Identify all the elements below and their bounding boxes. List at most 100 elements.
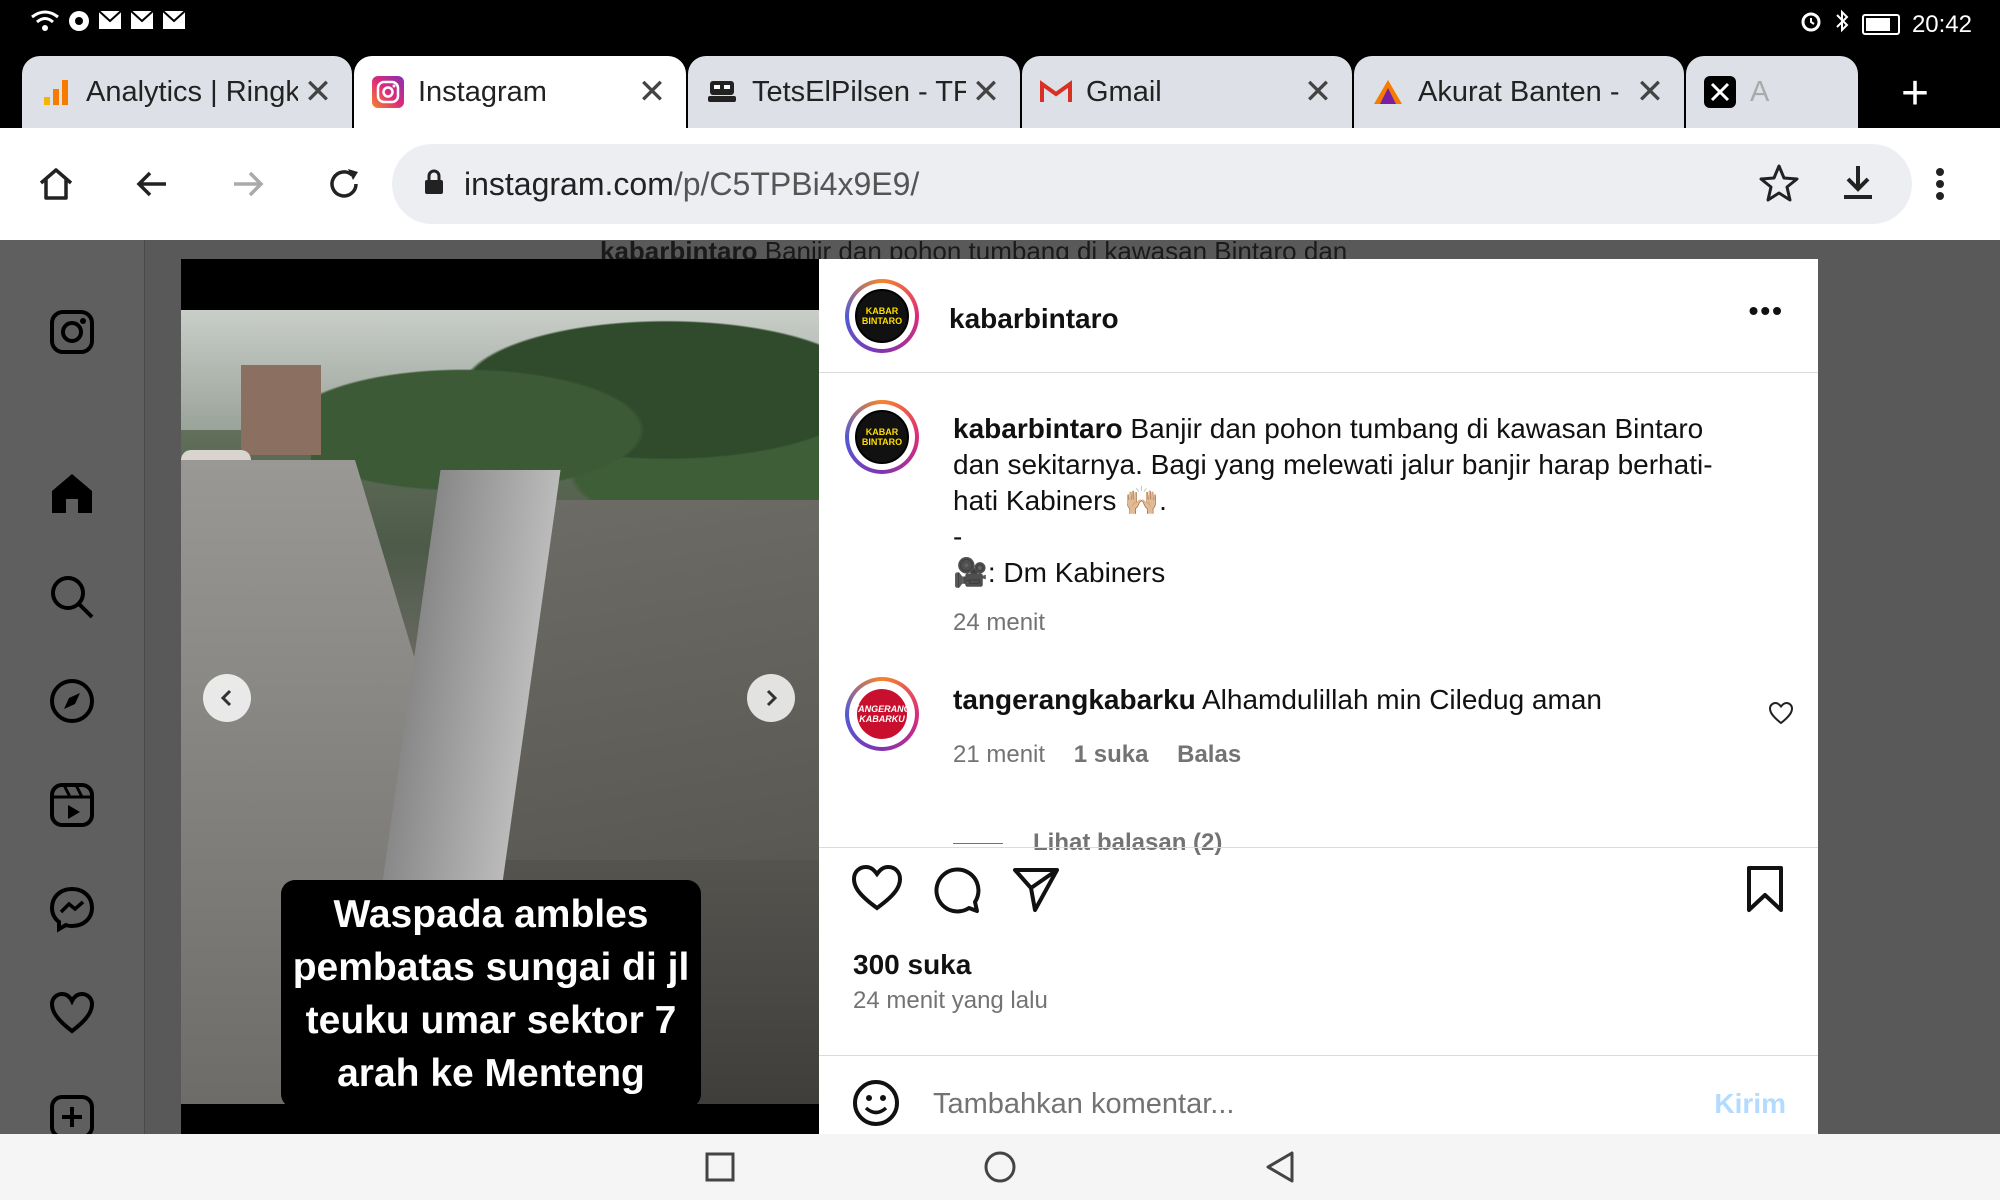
- search-icon[interactable]: [44, 569, 100, 625]
- send-icon: [1013, 868, 1059, 912]
- vpn-icon: [68, 10, 90, 38]
- tetselpilsen-icon: [706, 76, 738, 108]
- post-photo: Waspada ambles pembatas sungai di jl teu…: [181, 310, 819, 1104]
- status-bar: 20:42: [0, 0, 2000, 46]
- tab-instagram[interactable]: Instagram ✕: [354, 56, 686, 128]
- post-media[interactable]: Waspada ambles pembatas sungai di jl teu…: [181, 259, 819, 1134]
- reels-icon[interactable]: [44, 777, 100, 833]
- home-icon: [39, 168, 73, 200]
- divider-line: [953, 842, 1003, 844]
- more-vert-icon: [1936, 168, 1944, 200]
- prev-media-button[interactable]: [203, 674, 251, 722]
- close-tab-icon[interactable]: ✕: [632, 72, 672, 112]
- media-overlay-text: Waspada ambles pembatas sungai di jl teu…: [281, 880, 701, 1104]
- triangle-back-icon: [1266, 1151, 1294, 1183]
- tab-analytics[interactable]: Analytics | Ringk ✕: [22, 56, 352, 128]
- tab-gmail[interactable]: Gmail ✕: [1022, 56, 1352, 128]
- alarm-icon: [1800, 10, 1822, 39]
- close-tab-icon[interactable]: ✕: [1298, 72, 1338, 112]
- tab-akurat[interactable]: Akurat Banten - ✕: [1354, 56, 1684, 128]
- next-media-button[interactable]: [747, 674, 795, 722]
- create-icon[interactable]: [44, 1089, 100, 1134]
- comment-text: tangerangkabarku Alhamdulillah min Ciled…: [953, 684, 1602, 715]
- forward-button[interactable]: [216, 152, 280, 216]
- instagram-logo-icon[interactable]: [44, 304, 100, 360]
- post-detail-panel: KABAR BINTARO kabarbintaro ••• KABAR BIN…: [819, 259, 1818, 1134]
- back-button[interactable]: [120, 152, 184, 216]
- comment-input[interactable]: Tambahkan komentar...: [933, 1088, 1234, 1121]
- tab-tetselpilsen[interactable]: TetsElPilsen - TF ✕: [688, 56, 1020, 128]
- chevron-left-icon: [220, 689, 232, 707]
- comment-icon: [934, 867, 981, 914]
- comment-username[interactable]: tangerangkabarku: [953, 684, 1196, 715]
- author-username[interactable]: kabarbintaro: [949, 303, 1119, 335]
- home-icon[interactable]: [44, 465, 100, 521]
- download-icon[interactable]: [1840, 162, 1876, 209]
- web-page: kabarbintaro Banjir dan pohon tumbang di…: [0, 240, 2000, 1134]
- reload-icon: [330, 169, 358, 198]
- bookmark-star-icon[interactable]: [1758, 162, 1800, 209]
- reload-button[interactable]: [312, 152, 376, 216]
- caption-username[interactable]: kabarbintaro: [953, 413, 1123, 444]
- home-nav-button[interactable]: [982, 1149, 1018, 1185]
- more-options-icon[interactable]: •••: [1749, 295, 1784, 327]
- save-button[interactable]: [1743, 864, 1799, 920]
- browser-toolbar: instagram.com/p/C5TPBi4x9E9/: [0, 128, 2000, 240]
- clock: 20:42: [1911, 10, 1972, 38]
- view-replies-button[interactable]: Lihat balasan (2): [953, 829, 1222, 857]
- like-button[interactable]: [851, 864, 907, 920]
- caption-avatar[interactable]: KABAR BINTARO: [845, 400, 919, 474]
- bookmark-icon: [1747, 866, 1783, 912]
- author-avatar[interactable]: KABAR BINTARO: [845, 279, 919, 353]
- mail-icon: [130, 10, 154, 38]
- akurat-icon: [1372, 76, 1404, 108]
- home-button[interactable]: [24, 152, 88, 216]
- heart-icon[interactable]: [44, 985, 100, 1041]
- address-bar[interactable]: instagram.com/p/C5TPBi4x9E9/: [392, 144, 1912, 224]
- chevron-right-icon: [766, 689, 778, 707]
- like-comment-icon[interactable]: [1768, 701, 1794, 730]
- gmail-icon: [1040, 76, 1072, 108]
- square-icon: [705, 1152, 735, 1182]
- bluetooth-icon: [1834, 9, 1850, 40]
- circle-icon: [984, 1151, 1016, 1183]
- share-button[interactable]: [1011, 864, 1067, 920]
- divider: [819, 847, 1818, 848]
- x-icon: [1704, 76, 1736, 108]
- post-actions: [819, 864, 1818, 924]
- comment-meta: 21 menit 1 suka Balas: [953, 741, 1241, 769]
- comment-button[interactable]: [931, 864, 987, 920]
- divider: [819, 372, 1818, 373]
- instagram-icon: [372, 76, 404, 108]
- system-nav-bar: [0, 1134, 2000, 1200]
- analytics-icon: [40, 76, 72, 108]
- heart-icon: [851, 864, 903, 911]
- add-comment-bar: Tambahkan komentar... Kirim: [819, 1056, 1818, 1134]
- explore-icon[interactable]: [44, 673, 100, 729]
- battery-icon: [1861, 14, 1900, 35]
- mail-icon: [162, 10, 186, 38]
- tab-strip: Analytics | Ringk ✕ Instagram ✕ TetsElPi…: [0, 46, 2000, 128]
- like-count[interactable]: 300 suka: [853, 949, 971, 981]
- comment-likes[interactable]: 1 suka: [1074, 741, 1149, 768]
- post-time: 24 menit yang lalu: [853, 987, 1048, 1014]
- emoji-icon[interactable]: [851, 1078, 901, 1133]
- close-tab-icon[interactable]: ✕: [966, 72, 1006, 112]
- post-comment-button[interactable]: Kirim: [1714, 1088, 1786, 1120]
- arrow-right-icon: [234, 171, 264, 197]
- menu-button[interactable]: [1920, 152, 1960, 216]
- recents-button[interactable]: [702, 1149, 738, 1185]
- close-tab-icon[interactable]: ✕: [298, 72, 338, 112]
- wifi-icon: [30, 10, 60, 38]
- close-tab-icon[interactable]: ✕: [1630, 72, 1670, 112]
- comment-avatar[interactable]: TANGERANG KABARKU: [845, 677, 919, 751]
- post-caption: kabarbintaro Banjir dan pohon tumbang di…: [953, 413, 1713, 588]
- back-nav-button[interactable]: [1262, 1149, 1298, 1185]
- comment-time: 21 menit: [953, 741, 1046, 768]
- url-text: instagram.com/p/C5TPBi4x9E9/: [464, 165, 920, 202]
- tab-x[interactable]: A: [1686, 56, 1858, 128]
- reply-button[interactable]: Balas: [1177, 741, 1241, 768]
- arrow-left-icon: [136, 171, 166, 197]
- messenger-icon[interactable]: [44, 881, 100, 937]
- new-tab-button[interactable]: +: [1890, 64, 1940, 124]
